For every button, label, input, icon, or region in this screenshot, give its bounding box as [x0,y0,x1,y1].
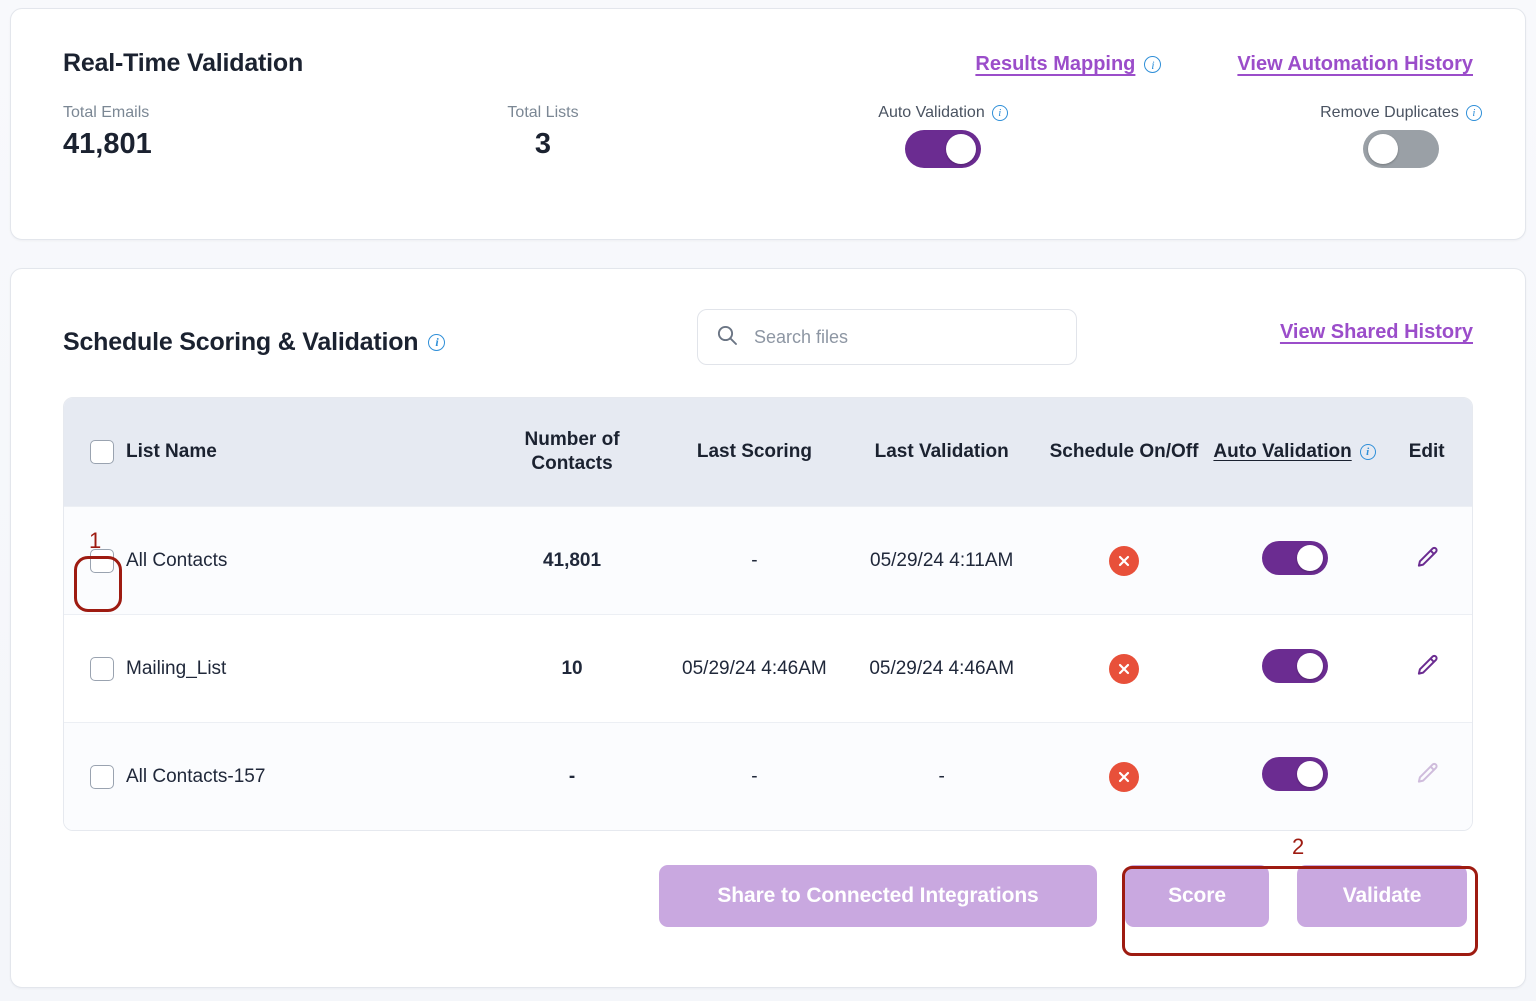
info-icon[interactable]: i [428,334,445,351]
info-icon[interactable]: i [1360,444,1376,460]
toggle-knob [1297,653,1323,679]
info-icon[interactable]: i [992,105,1008,121]
validate-button[interactable]: Validate [1297,865,1467,927]
row-contacts: 41,801 [478,550,665,572]
row-name-cell: Mailing_List [64,657,478,681]
select-all-checkbox[interactable] [90,440,114,464]
row-auto-validation-cell [1208,541,1381,581]
row-auto-validation-cell [1208,649,1381,689]
top-card-header: Real-Time Validation Results Mapping i V… [63,49,1473,78]
auto-validation-label: Auto Validation [878,104,984,122]
share-to-connected-integrations-button[interactable]: Share to Connected Integrations [659,865,1097,927]
remove-duplicates-toggle[interactable] [1363,130,1439,168]
row-name-cell: All Contacts [64,549,478,573]
table-header-row: List Name Number of Contacts Last Scorin… [64,398,1472,506]
header-edit: Edit [1381,441,1472,463]
section-title: Schedule Scoring & Validation [63,328,418,357]
total-lists-label: Total Lists [463,104,623,122]
row-contacts: 10 [478,658,665,680]
row-contacts: - [478,766,665,788]
search-files-box[interactable] [697,309,1077,365]
schedule-off-icon[interactable] [1109,546,1139,576]
auto-validation-toggle-group: Auto Validation i [853,104,1033,173]
bottom-card-header: Schedule Scoring & Validation i View Sha… [63,313,1473,371]
info-icon[interactable]: i [1466,105,1482,121]
row-last-validation: - [843,766,1040,788]
row-last-validation: 05/29/24 4:46AM [843,658,1040,680]
lists-table: List Name Number of Contacts Last Scorin… [63,397,1473,831]
row-last-scoring: 05/29/24 4:46AM [666,658,843,680]
row-edit-cell [1381,760,1472,794]
remove-duplicates-label-group: Remove Duplicates i [1301,104,1501,122]
score-validate-group: Score Validate [1125,865,1467,927]
total-lists-value: 3 [463,128,623,161]
edit-pencil-icon[interactable] [1413,544,1441,572]
header-list-name: List Name [126,441,217,463]
table-row[interactable]: All Contacts-157 - - - [64,722,1472,830]
section-title-group: Schedule Scoring & Validation i [63,328,445,357]
row-auto-validation-toggle[interactable] [1262,541,1328,575]
edit-pencil-icon [1413,760,1441,788]
schedule-scoring-validation-card: Schedule Scoring & Validation i View Sha… [10,268,1526,988]
row-list-name: All Contacts [126,550,227,572]
row-list-name: Mailing_List [126,658,226,680]
toggle-knob [1297,545,1323,571]
table-row[interactable]: Mailing_List 10 05/29/24 4:46AM 05/29/24… [64,614,1472,722]
toggle-knob [946,134,976,164]
remove-duplicates-toggle-group: Remove Duplicates i [1301,104,1501,173]
header-number-of-contacts-line2: Contacts [478,452,665,476]
header-number-of-contacts-line1: Number of [478,428,665,452]
info-icon[interactable]: i [1144,56,1161,73]
toggle-knob [1368,134,1398,164]
header-links: Results Mapping i View Automation Histor… [975,49,1473,76]
edit-pencil-icon[interactable] [1413,652,1441,680]
view-shared-history-link[interactable]: View Shared History [1280,321,1473,344]
toggle-knob [1297,761,1323,787]
stat-total-emails: Total Emails 41,801 [63,104,152,161]
stat-total-lists: Total Lists 3 [463,104,623,161]
header-last-validation: Last Validation [843,441,1040,463]
auto-validation-label-group: Auto Validation i [853,104,1033,122]
auto-validation-toggle[interactable] [905,130,981,168]
page-title: Real-Time Validation [63,49,303,78]
stats-row: Total Emails 41,801 Total Lists 3 Auto V… [63,104,1473,184]
row-name-cell: All Contacts-157 [64,765,478,789]
total-emails-label: Total Emails [63,104,152,122]
search-input[interactable] [754,327,1058,348]
row-auto-validation-cell [1208,757,1381,797]
page-root: Real-Time Validation Results Mapping i V… [0,0,1536,1001]
row-list-name: All Contacts-157 [126,766,265,788]
row-checkbox[interactable] [90,549,114,573]
row-last-validation: 05/29/24 4:11AM [843,550,1040,572]
row-edit-cell [1381,652,1472,686]
row-auto-validation-toggle[interactable] [1262,649,1328,683]
table-row[interactable]: All Contacts 41,801 - 05/29/24 4:11AM [64,506,1472,614]
results-mapping-link[interactable]: Results Mapping [975,53,1135,76]
row-edit-cell [1381,544,1472,578]
row-last-scoring: - [666,550,843,572]
row-schedule-cell [1040,546,1208,576]
row-checkbox[interactable] [90,765,114,789]
score-button[interactable]: Score [1125,865,1269,927]
real-time-validation-card: Real-Time Validation Results Mapping i V… [10,8,1526,240]
total-emails-value: 41,801 [63,128,152,161]
schedule-off-icon[interactable] [1109,762,1139,792]
header-number-of-contacts: Number of Contacts [478,428,665,477]
row-checkbox[interactable] [90,657,114,681]
header-last-scoring: Last Scoring [666,441,843,463]
remove-duplicates-label: Remove Duplicates [1320,104,1459,122]
view-automation-history-link[interactable]: View Automation History [1237,53,1473,76]
row-schedule-cell [1040,654,1208,684]
row-auto-validation-toggle[interactable] [1262,757,1328,791]
search-icon [716,324,738,351]
header-auto-validation-cell: Auto Validation i [1208,441,1381,463]
header-schedule-on-off: Schedule On/Off [1040,441,1208,463]
results-mapping-link-group: Results Mapping i [975,53,1161,76]
row-last-scoring: - [666,766,843,788]
row-schedule-cell [1040,762,1208,792]
header-auto-validation: Auto Validation [1213,441,1351,463]
table-actions: Share to Connected Integrations Score Va… [63,865,1473,927]
schedule-off-icon[interactable] [1109,654,1139,684]
header-list-name-cell: List Name [64,440,478,464]
